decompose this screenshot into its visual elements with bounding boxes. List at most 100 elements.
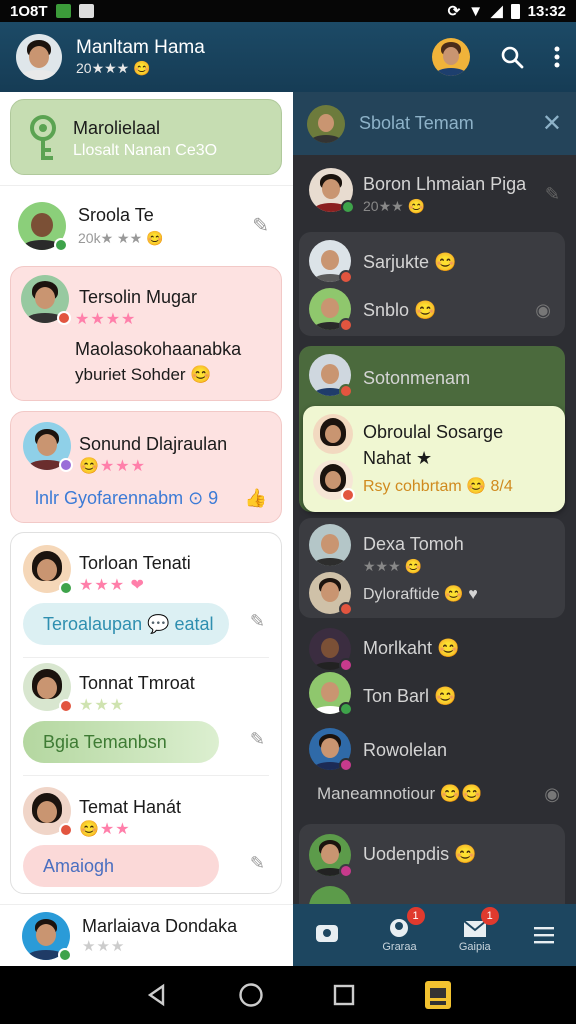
- message-pill[interactable]: Amaiogh: [23, 845, 219, 887]
- pin-icon[interactable]: ✎: [252, 213, 269, 238]
- contact-name[interactable]: Sotonmenam: [363, 368, 470, 389]
- contact-avatar: [23, 422, 73, 472]
- tab-chat[interactable]: [314, 923, 340, 947]
- contact-name[interactable]: Rowolelan: [363, 740, 447, 761]
- chat-group-card: Sarjukte 😊 Snblo 😊 ◉: [299, 232, 565, 336]
- message-pill[interactable]: Bgia Temanbsn: [23, 721, 219, 763]
- tab-label: Graraa: [382, 941, 417, 953]
- contact-avatar: [309, 834, 353, 878]
- app-shortcut-icon[interactable]: [424, 980, 452, 1010]
- notification-badge: 1: [480, 907, 499, 925]
- message-line: Rsy cohbrtam 😊 8/4: [363, 478, 513, 495]
- contact-name[interactable]: Maneamnotiour 😊😊: [317, 784, 482, 804]
- rating-stars: ★★★: [82, 938, 126, 955]
- rating-stars: ★★★ ❤: [79, 577, 145, 594]
- wifi-icon: ▼: [468, 2, 484, 20]
- contact-name[interactable]: Dyloraftide 😊 ♥: [363, 584, 478, 604]
- profile-avatar[interactable]: [16, 34, 62, 80]
- contact-name[interactable]: Ton Barl 😊: [363, 686, 456, 707]
- side-panel-title: Sbolat Temam: [359, 113, 474, 133]
- app-header: Manltam Hama 20★★★ 😊: [0, 22, 576, 92]
- contact-avatar: [309, 628, 353, 672]
- chat-item[interactable]: Tersolin Mugar ★★★★ Maolasokohaanabka yb…: [10, 266, 282, 401]
- attach-icon[interactable]: ✎: [250, 611, 265, 632]
- close-icon[interactable]: ✕: [542, 109, 562, 138]
- chat-group-card: Dexa Tomoh ★★★ 😊 Dyloraftide 😊 ♥: [299, 518, 565, 618]
- tab-menu[interactable]: [533, 925, 555, 945]
- system-nav-bar: [0, 966, 576, 1024]
- attach-icon[interactable]: ✎: [250, 853, 265, 874]
- contact-name[interactable]: Dexa Tomoh: [363, 534, 464, 555]
- contact-avatar: [309, 288, 353, 332]
- app-root: 1O8T ⟳ ▼ ◢ 13:32 Manltam Hama 20★★★ 😊 Ma…: [0, 0, 576, 1024]
- sync-icon: ⟳: [447, 3, 461, 20]
- contact-avatar: [309, 572, 353, 616]
- signal-icon: ◢: [491, 3, 503, 20]
- message-pill[interactable]: Teroalaupan 💬 eatal: [23, 603, 229, 645]
- contact-subtitle: Nahat ★: [363, 448, 433, 468]
- contact-avatar: [309, 240, 353, 284]
- contact-avatar: [22, 911, 72, 962]
- thumbs-up-icon[interactable]: 👍: [245, 488, 267, 509]
- contact-name[interactable]: Morlkaht 😊: [363, 638, 459, 659]
- attach-icon[interactable]: ✎: [250, 729, 265, 750]
- contact-avatar: [18, 201, 68, 252]
- contact-name: Sroola Te: [78, 204, 154, 225]
- chat-item[interactable]: Sonund Dlajraulan 😊★★★ lnlr Gyofarennabm…: [10, 411, 282, 523]
- contact-avatar: [313, 460, 355, 502]
- contact-name: Obroulal Sosarge: [363, 422, 504, 442]
- contact-avatar: [23, 663, 73, 713]
- contact-name[interactable]: Uodenpdis 😊: [363, 844, 476, 865]
- contact-avatar: [309, 354, 353, 398]
- image-notification-icon: [78, 4, 94, 18]
- contact-avatar: [309, 524, 351, 566]
- contact-name: Temat Hanát: [79, 797, 182, 817]
- chat-group-card: Torloan Tenati ★★★ ❤ Teroalaupan 💬 eatal…: [10, 532, 282, 894]
- contact-name[interactable]: Boron Lhmaian Piga: [363, 174, 526, 195]
- chat-item[interactable]: Sroola Te 20k★ ★★ 😊 ✎: [0, 185, 293, 265]
- rating-stars: 😊★★★: [79, 458, 146, 475]
- home-icon[interactable]: [238, 982, 264, 1008]
- back-icon[interactable]: [145, 983, 169, 1007]
- contact-name: Marlaiava Dondaka: [82, 916, 238, 936]
- contact-name[interactable]: Sarjukte 😊: [363, 252, 456, 273]
- rating-stars: ★★★: [79, 697, 126, 714]
- contact-avatar: [309, 168, 355, 214]
- contact-avatar: [23, 787, 73, 837]
- search-icon[interactable]: [500, 45, 524, 69]
- pinned-title: Marolielaal: [73, 118, 161, 138]
- tab-mail[interactable]: 1 Gaipia: [458, 907, 499, 953]
- side-panel: Sbolat Temam ✕ Boron Lhmaian Piga 20★★ 😊…: [293, 92, 576, 966]
- contact-name[interactable]: Snblo 😊: [363, 300, 436, 321]
- pin-icon[interactable]: ✎: [545, 184, 560, 205]
- recents-icon[interactable]: [333, 984, 355, 1006]
- message-line: Maolasokohaanabka: [75, 339, 242, 359]
- message-line: yburiet Sohder 😊: [75, 365, 212, 384]
- contact-avatar: [309, 672, 353, 716]
- header-user-avatar[interactable]: [432, 38, 470, 76]
- more-options-icon[interactable]: [554, 46, 560, 68]
- contact-avatar: [23, 545, 73, 595]
- rating-stars: ★★★★: [75, 311, 137, 328]
- contact-name: Torloan Tenati: [79, 553, 191, 573]
- message-line: lnlr Gyofarennabm ⊙ 9: [35, 488, 219, 508]
- contact-name: Tersolin Mugar: [79, 287, 198, 307]
- selected-chat-card[interactable]: Obroulal Sosarge Nahat ★ Rsy cohbrtam 😊 …: [303, 406, 565, 512]
- tab-label: Gaipia: [458, 941, 491, 953]
- status-icon: ◉: [535, 300, 551, 320]
- side-panel-header: Sbolat Temam ✕: [293, 92, 576, 155]
- app-notification-icon: [55, 4, 71, 18]
- tab-groups[interactable]: 1 Graraa: [382, 907, 425, 953]
- clock: 13:32: [527, 2, 566, 20]
- contact-meta: 20k★ ★★ 😊: [78, 229, 164, 246]
- bottom-tab-bar: 1 Graraa 1 Gaipia: [293, 904, 576, 966]
- pinned-card[interactable]: Marolielaal Llosalt Nanan Ce3O: [10, 99, 282, 175]
- chat-list-panel: Marolielaal Llosalt Nanan Ce3O Sroola Te…: [0, 92, 293, 966]
- notification-badge: 1: [406, 907, 425, 925]
- status-left-text: 1O8T: [10, 2, 48, 20]
- chat-item[interactable]: Marlaiava Dondaka ★★★: [0, 904, 293, 966]
- status-bar: 1O8T ⟳ ▼ ◢ 13:32: [0, 0, 576, 22]
- pinned-subtitle: Llosalt Nanan Ce3O: [73, 142, 218, 159]
- status-icon: ◉: [544, 784, 560, 804]
- contact-name: Tonnat Tmroat: [79, 673, 195, 693]
